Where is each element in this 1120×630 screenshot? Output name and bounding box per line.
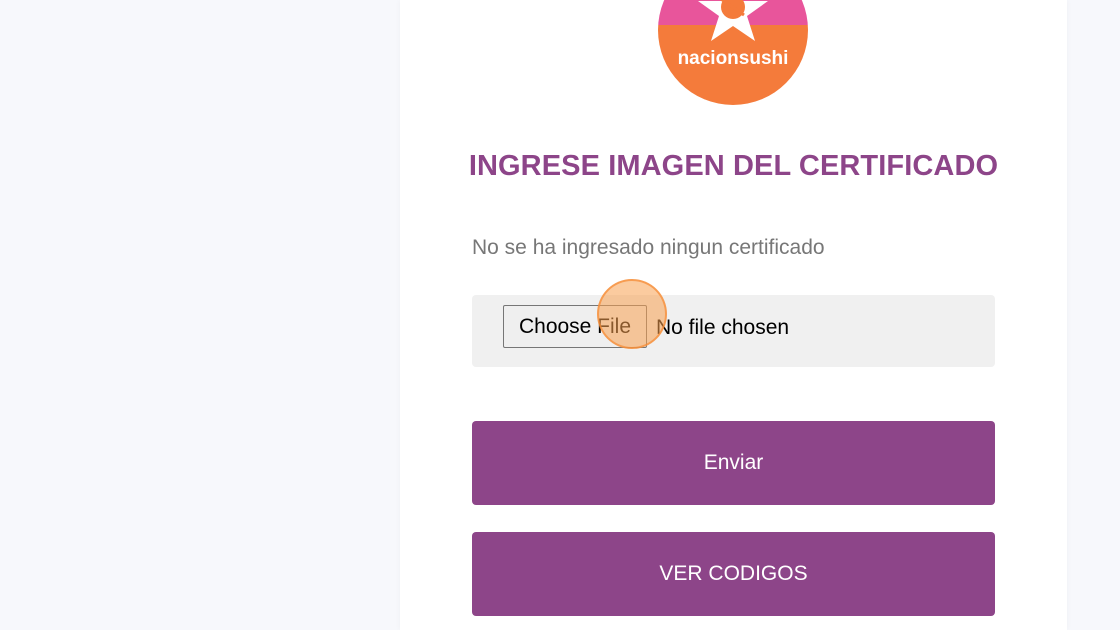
page-title: INGRESE IMAGEN DEL CERTIFICADO bbox=[468, 150, 999, 182]
certificate-card: nacionsushi INGRESE IMAGEN DEL CERTIFICA… bbox=[400, 0, 1067, 630]
choose-file-button[interactable]: Choose File bbox=[503, 305, 647, 348]
view-codes-button[interactable]: VER CODIGOS bbox=[472, 532, 995, 616]
submit-button[interactable]: Enviar bbox=[472, 421, 995, 505]
certificate-status-text: No se ha ingresado ningun certificado bbox=[472, 236, 825, 259]
file-input[interactable]: Choose File No file chosen bbox=[472, 279, 995, 367]
file-status-text: No file chosen bbox=[656, 316, 790, 339]
logo-wordmark: nacionsushi bbox=[678, 48, 789, 69]
nacionsushi-logo: nacionsushi bbox=[658, 0, 808, 105]
